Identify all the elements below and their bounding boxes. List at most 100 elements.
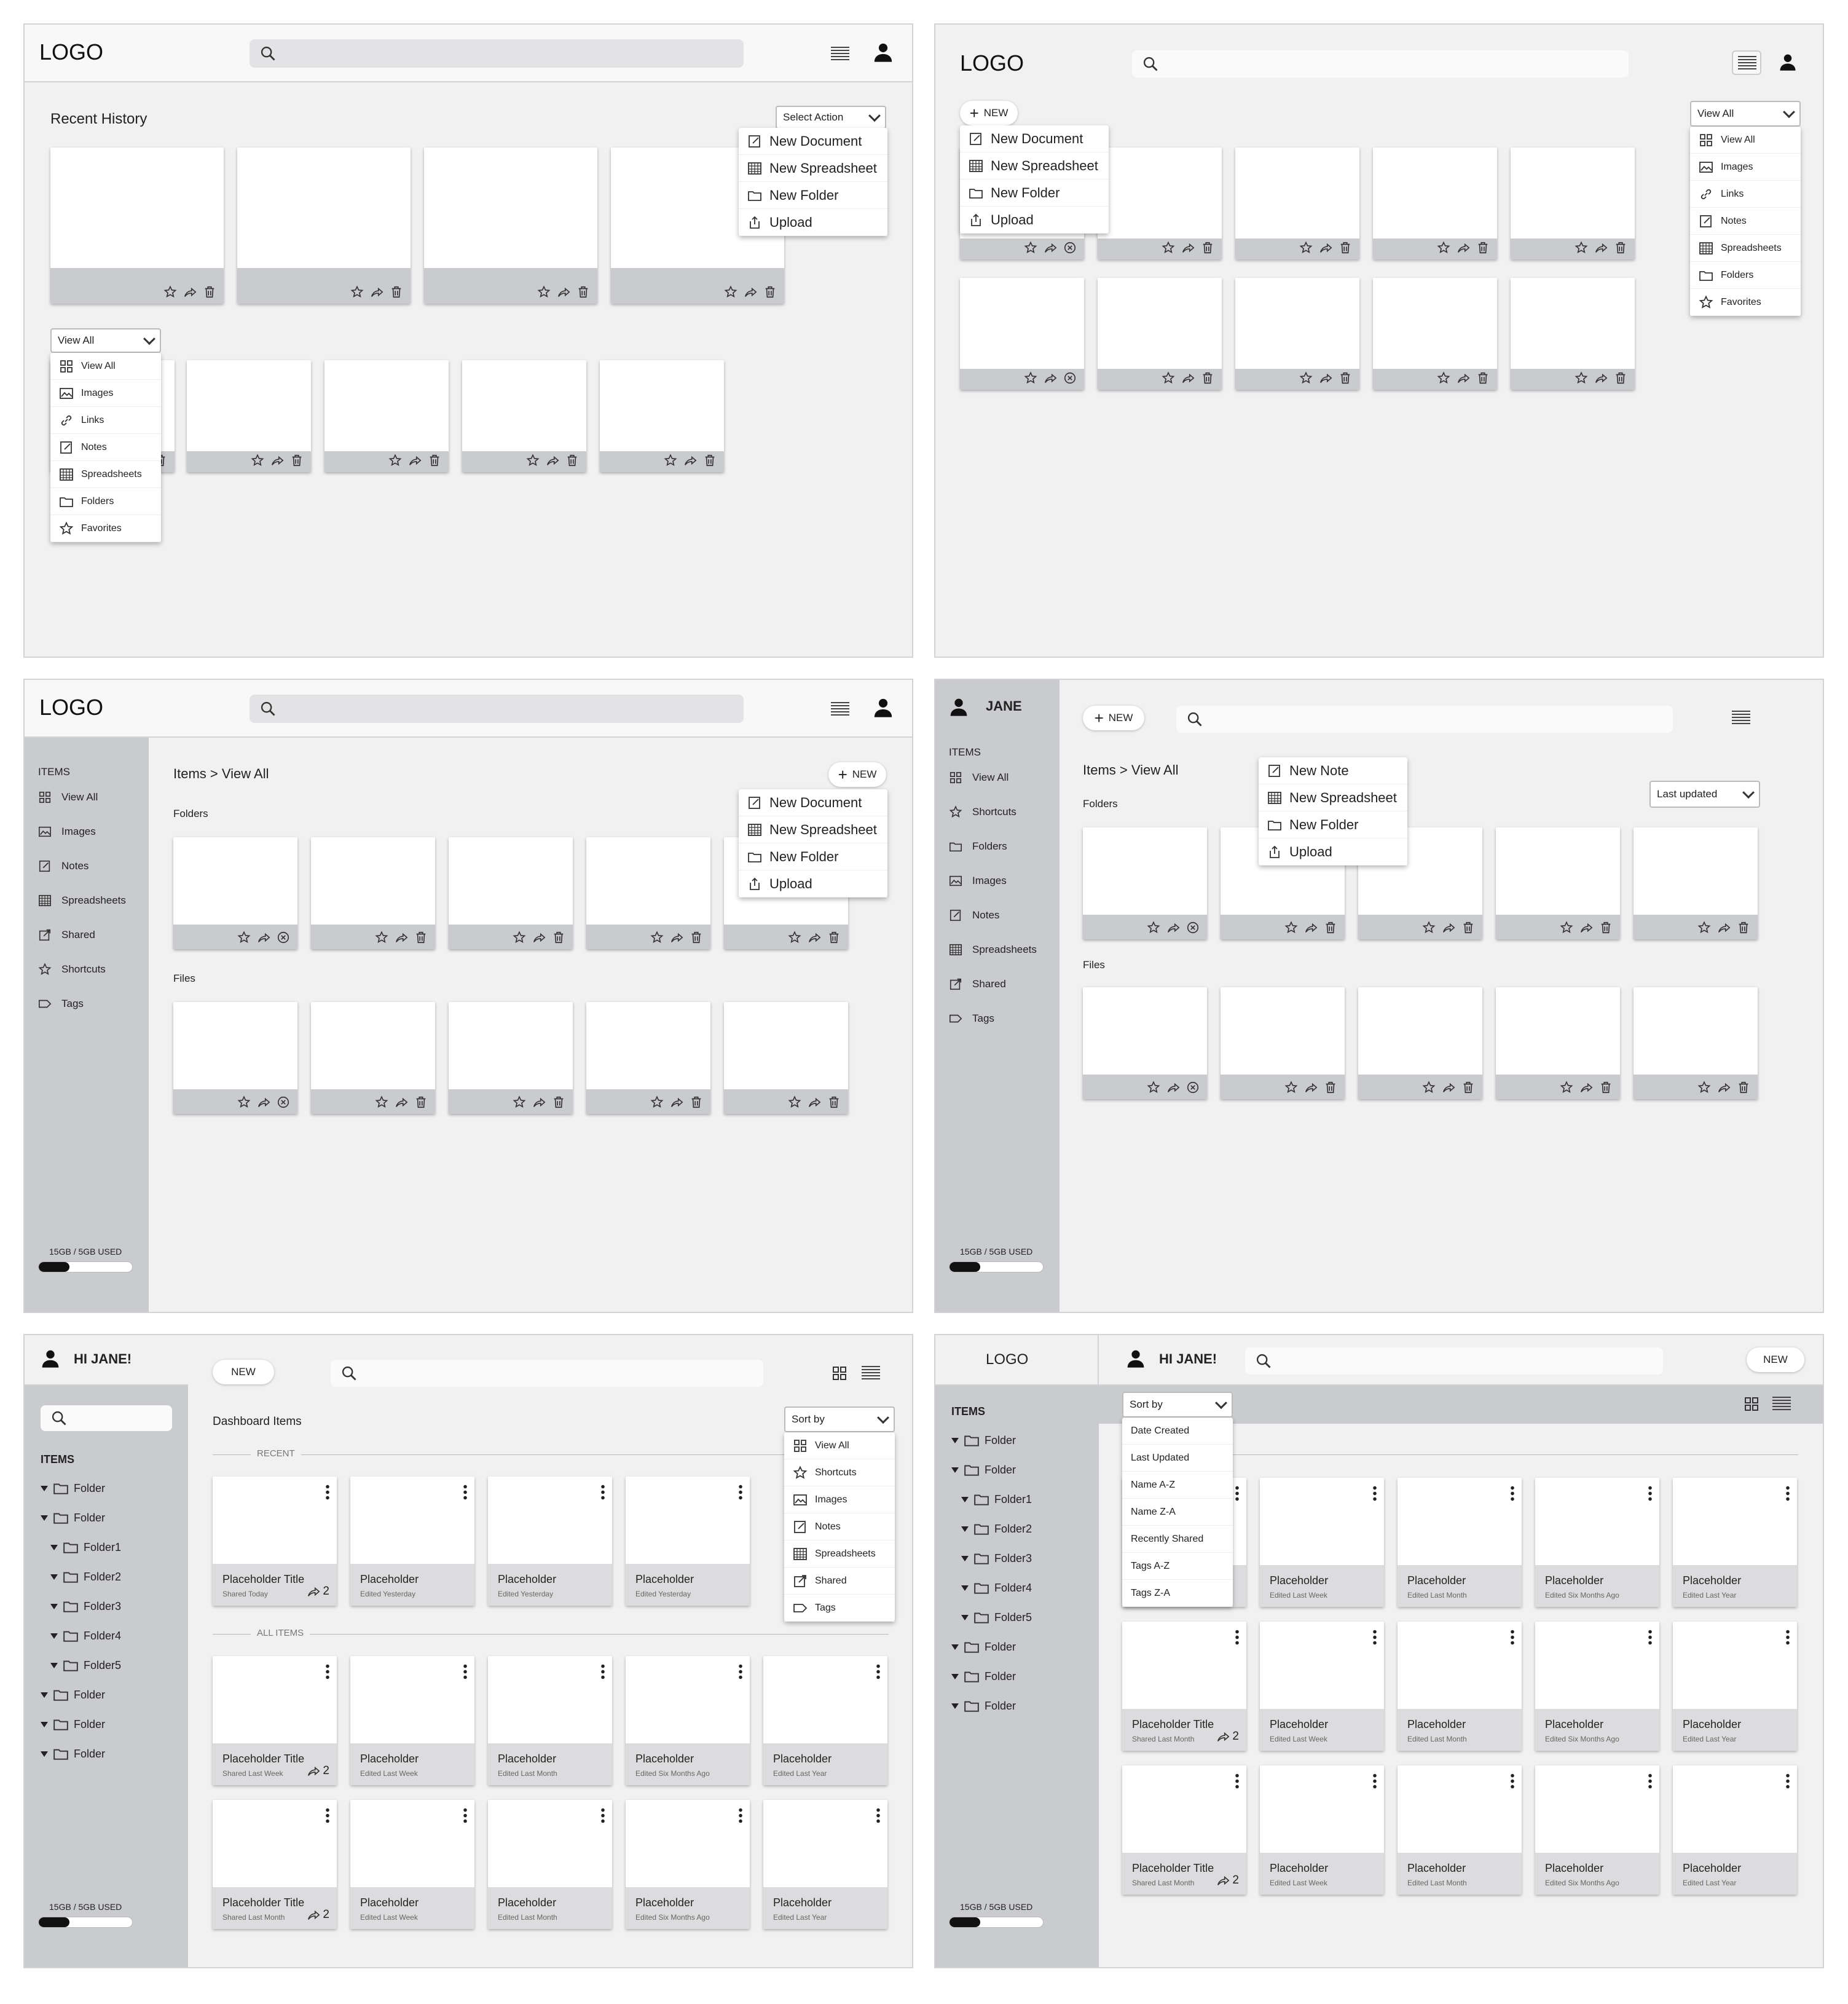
share-icon[interactable] — [808, 1095, 821, 1109]
item-card[interactable] — [586, 1002, 710, 1114]
dashboard-card[interactable]: Placeholder Edited Last Year — [1673, 1765, 1797, 1895]
item-card[interactable] — [1634, 987, 1758, 1099]
dashboard-card[interactable]: Placeholder Edited Yesterday — [488, 1477, 612, 1606]
more-options-icon[interactable] — [1786, 1773, 1790, 1789]
new-button[interactable]: NEW — [213, 1360, 274, 1384]
dashboard-card[interactable]: Placeholder Title Shared Last Month 2 — [1122, 1622, 1246, 1751]
menu-item[interactable]: Folders — [50, 488, 161, 515]
star-icon[interactable] — [375, 931, 388, 944]
more-options-icon[interactable] — [1511, 1485, 1514, 1501]
menu-item[interactable]: Tags — [784, 1595, 895, 1622]
menu-item[interactable]: Shortcuts — [784, 1459, 895, 1486]
star-icon[interactable] — [1024, 241, 1037, 254]
star-icon[interactable] — [1697, 1081, 1711, 1094]
share-icon[interactable] — [1579, 1081, 1593, 1094]
star-icon[interactable] — [1024, 371, 1037, 385]
tree-folder[interactable]: Folder — [41, 1687, 105, 1703]
dashboard-card[interactable]: Placeholder Edited Yesterday — [350, 1477, 474, 1606]
more-options-icon[interactable] — [601, 1807, 605, 1823]
more-options-icon[interactable] — [1373, 1629, 1377, 1645]
sidebar-item[interactable]: Spreadsheets — [38, 894, 126, 907]
user-icon[interactable] — [873, 42, 894, 63]
item-card[interactable] — [424, 148, 597, 304]
more-options-icon[interactable] — [1235, 1773, 1239, 1789]
share-icon[interactable] — [1319, 371, 1332, 385]
tree-folder[interactable]: Folder4 — [50, 1628, 121, 1644]
dashboard-card[interactable]: Placeholder Title Shared Last Week 2 — [213, 1656, 337, 1785]
new-button[interactable]: NEW — [1747, 1347, 1804, 1372]
tree-folder[interactable]: Folder — [951, 1462, 1016, 1478]
star-icon[interactable] — [513, 931, 526, 944]
share-icon[interactable] — [670, 1095, 683, 1109]
menu-item[interactable]: Notes — [1690, 208, 1801, 235]
share-icon[interactable] — [1166, 921, 1180, 934]
dashboard-card[interactable]: Placeholder Edited Last Week — [350, 1800, 474, 1929]
more-options-icon[interactable] — [876, 1807, 880, 1823]
share-icon[interactable] — [270, 454, 284, 467]
trash-icon[interactable] — [1324, 921, 1337, 934]
trash-icon[interactable] — [1324, 1081, 1337, 1094]
share-icon[interactable] — [1319, 241, 1332, 254]
star-icon[interactable] — [251, 454, 264, 467]
star-icon[interactable] — [1422, 1081, 1436, 1094]
item-card[interactable] — [1511, 278, 1635, 390]
share-icon[interactable] — [532, 931, 546, 944]
more-options-icon[interactable] — [326, 1807, 329, 1823]
menu-button[interactable] — [1732, 50, 1761, 75]
dashboard-card[interactable]: Placeholder Edited Last Month — [488, 1656, 612, 1785]
sidebar-item[interactable]: Shortcuts — [949, 805, 1016, 819]
star-icon[interactable] — [1575, 371, 1588, 385]
remove-icon[interactable] — [277, 1095, 290, 1109]
more-options-icon[interactable] — [1786, 1629, 1790, 1645]
menu-item[interactable]: Favorites — [50, 515, 161, 542]
item-card[interactable] — [1511, 148, 1635, 259]
menu-icon[interactable] — [1732, 711, 1750, 725]
menu-item[interactable]: Favorites — [1690, 289, 1801, 316]
item-card[interactable] — [1496, 987, 1620, 1099]
menu-item[interactable]: New Note — [1259, 757, 1407, 784]
star-icon[interactable] — [1147, 921, 1160, 934]
search-input[interactable] — [250, 39, 744, 68]
share-icon[interactable] — [408, 454, 422, 467]
menu-item[interactable]: New Document — [739, 789, 887, 816]
item-card[interactable] — [311, 1002, 435, 1114]
trash-icon[interactable] — [1737, 921, 1750, 934]
star-icon[interactable] — [724, 285, 737, 299]
dashboard-card[interactable]: Placeholder Edited Last Month — [1398, 1478, 1522, 1607]
share-icon[interactable] — [1442, 921, 1455, 934]
trash-icon[interactable] — [827, 1095, 841, 1109]
dashboard-card[interactable]: Placeholder Edited Last Week — [350, 1656, 474, 1785]
item-card[interactable] — [1235, 278, 1359, 390]
menu-item[interactable]: Upload — [739, 209, 887, 236]
dashboard-card[interactable]: Placeholder Edited Last Month — [1398, 1622, 1522, 1751]
search-input[interactable] — [250, 695, 744, 723]
search-input[interactable] — [1132, 50, 1629, 77]
list-view-icon[interactable] — [1772, 1397, 1791, 1411]
share-icon[interactable] — [1594, 241, 1608, 254]
star-icon[interactable] — [664, 454, 677, 467]
trash-icon[interactable] — [827, 931, 841, 944]
item-card[interactable] — [187, 360, 311, 472]
share-icon[interactable] — [1166, 1081, 1180, 1094]
item-card[interactable] — [586, 837, 710, 949]
star-icon[interactable] — [1162, 241, 1175, 254]
share-icon[interactable] — [1304, 1081, 1318, 1094]
tree-folder[interactable]: Folder1 — [50, 1539, 121, 1555]
menu-item[interactable]: Tags Z-A — [1122, 1580, 1233, 1607]
dashboard-card[interactable]: Placeholder Edited Last Month — [1398, 1765, 1522, 1895]
star-icon[interactable] — [1437, 241, 1450, 254]
tree-folder[interactable]: Folder1 — [961, 1491, 1032, 1507]
dashboard-card[interactable]: Placeholder Title Shared Last Month 2 — [213, 1800, 337, 1929]
menu-item[interactable]: Upload — [1259, 838, 1407, 866]
more-options-icon[interactable] — [1648, 1629, 1652, 1645]
star-icon[interactable] — [537, 285, 551, 299]
trash-icon[interactable] — [1599, 1081, 1613, 1094]
tree-folder[interactable]: Folder2 — [50, 1569, 121, 1585]
sidebar-item[interactable]: Notes — [949, 909, 999, 922]
menu-item[interactable]: New Spreadsheet — [739, 816, 887, 843]
star-icon[interactable] — [375, 1095, 388, 1109]
tree-folder[interactable]: Folder — [951, 1639, 1016, 1655]
share-icon[interactable] — [395, 931, 408, 944]
more-options-icon[interactable] — [1373, 1773, 1377, 1789]
share-icon[interactable] — [1457, 371, 1470, 385]
